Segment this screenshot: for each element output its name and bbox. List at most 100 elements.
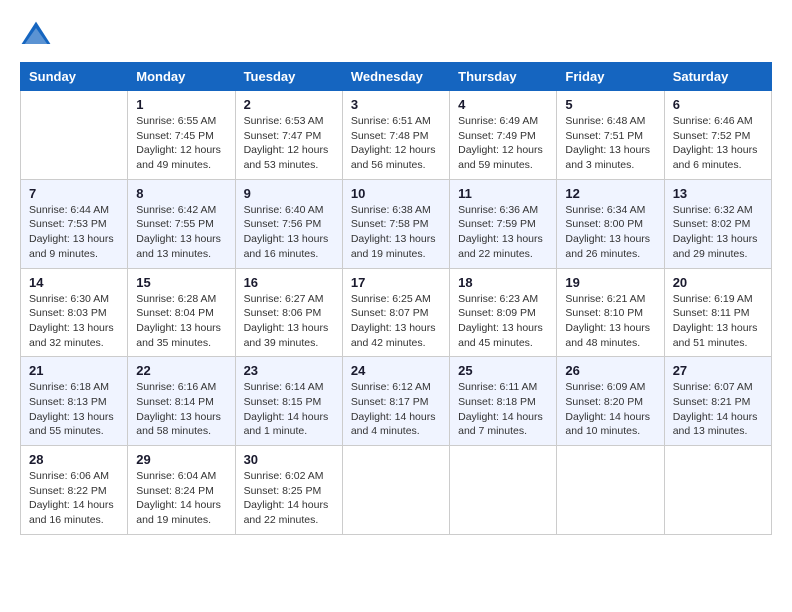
day-number: 6 [673,97,763,112]
day-detail: Sunrise: 6:07 AMSunset: 8:21 PMDaylight:… [673,380,763,439]
day-number: 13 [673,186,763,201]
calendar-cell: 1 Sunrise: 6:55 AMSunset: 7:45 PMDaylight… [128,91,235,180]
day-detail: Sunrise: 6:53 AMSunset: 7:47 PMDaylight:… [244,114,334,173]
day-number: 18 [458,275,548,290]
day-number: 24 [351,363,441,378]
logo-icon [20,20,52,52]
day-detail: Sunrise: 6:38 AMSunset: 7:58 PMDaylight:… [351,203,441,262]
day-detail: Sunrise: 6:32 AMSunset: 8:02 PMDaylight:… [673,203,763,262]
calendar-cell [342,446,449,535]
calendar-cell: 26 Sunrise: 6:09 AMSunset: 8:20 PMDayligh… [557,357,664,446]
calendar-cell: 17 Sunrise: 6:25 AMSunset: 8:07 PMDayligh… [342,268,449,357]
day-detail: Sunrise: 6:04 AMSunset: 8:24 PMDaylight:… [136,469,226,528]
calendar-week-row: 21 Sunrise: 6:18 AMSunset: 8:13 PMDayligh… [21,357,772,446]
day-detail: Sunrise: 6:02 AMSunset: 8:25 PMDaylight:… [244,469,334,528]
day-number: 2 [244,97,334,112]
calendar-cell [557,446,664,535]
day-number: 11 [458,186,548,201]
day-detail: Sunrise: 6:55 AMSunset: 7:45 PMDaylight:… [136,114,226,173]
weekday-header: Sunday [21,63,128,91]
day-number: 25 [458,363,548,378]
weekday-header: Tuesday [235,63,342,91]
day-detail: Sunrise: 6:16 AMSunset: 8:14 PMDaylight:… [136,380,226,439]
calendar-cell [664,446,771,535]
calendar-cell: 11 Sunrise: 6:36 AMSunset: 7:59 PMDayligh… [450,179,557,268]
day-detail: Sunrise: 6:27 AMSunset: 8:06 PMDaylight:… [244,292,334,351]
day-number: 29 [136,452,226,467]
calendar-table: SundayMondayTuesdayWednesdayThursdayFrid… [20,62,772,535]
day-number: 1 [136,97,226,112]
calendar-cell: 29 Sunrise: 6:04 AMSunset: 8:24 PMDayligh… [128,446,235,535]
day-number: 3 [351,97,441,112]
day-number: 17 [351,275,441,290]
day-detail: Sunrise: 6:51 AMSunset: 7:48 PMDaylight:… [351,114,441,173]
calendar-cell: 15 Sunrise: 6:28 AMSunset: 8:04 PMDayligh… [128,268,235,357]
weekday-header: Wednesday [342,63,449,91]
calendar-week-row: 28 Sunrise: 6:06 AMSunset: 8:22 PMDayligh… [21,446,772,535]
calendar-cell: 13 Sunrise: 6:32 AMSunset: 8:02 PMDayligh… [664,179,771,268]
calendar-cell: 5 Sunrise: 6:48 AMSunset: 7:51 PMDaylight… [557,91,664,180]
day-detail: Sunrise: 6:18 AMSunset: 8:13 PMDaylight:… [29,380,119,439]
day-number: 10 [351,186,441,201]
page-header [20,20,772,52]
day-number: 19 [565,275,655,290]
calendar-cell: 27 Sunrise: 6:07 AMSunset: 8:21 PMDayligh… [664,357,771,446]
day-detail: Sunrise: 6:14 AMSunset: 8:15 PMDaylight:… [244,380,334,439]
calendar-cell: 10 Sunrise: 6:38 AMSunset: 7:58 PMDayligh… [342,179,449,268]
weekday-header: Monday [128,63,235,91]
day-detail: Sunrise: 6:21 AMSunset: 8:10 PMDaylight:… [565,292,655,351]
day-detail: Sunrise: 6:06 AMSunset: 8:22 PMDaylight:… [29,469,119,528]
calendar-cell: 21 Sunrise: 6:18 AMSunset: 8:13 PMDayligh… [21,357,128,446]
day-detail: Sunrise: 6:11 AMSunset: 8:18 PMDaylight:… [458,380,548,439]
weekday-header: Saturday [664,63,771,91]
calendar-cell: 2 Sunrise: 6:53 AMSunset: 7:47 PMDaylight… [235,91,342,180]
day-detail: Sunrise: 6:36 AMSunset: 7:59 PMDaylight:… [458,203,548,262]
day-number: 26 [565,363,655,378]
day-detail: Sunrise: 6:49 AMSunset: 7:49 PMDaylight:… [458,114,548,173]
day-number: 21 [29,363,119,378]
day-detail: Sunrise: 6:19 AMSunset: 8:11 PMDaylight:… [673,292,763,351]
day-detail: Sunrise: 6:46 AMSunset: 7:52 PMDaylight:… [673,114,763,173]
day-detail: Sunrise: 6:25 AMSunset: 8:07 PMDaylight:… [351,292,441,351]
day-detail: Sunrise: 6:30 AMSunset: 8:03 PMDaylight:… [29,292,119,351]
weekday-header: Thursday [450,63,557,91]
day-number: 9 [244,186,334,201]
calendar-week-row: 7Sunrise: 6:44 AMSunset: 7:53 PMDaylight… [21,179,772,268]
day-number: 12 [565,186,655,201]
calendar-header-row: SundayMondayTuesdayWednesdayThursdayFrid… [21,63,772,91]
calendar-week-row: 14 Sunrise: 6:30 AMSunset: 8:03 PMDayligh… [21,268,772,357]
day-detail: Sunrise: 6:23 AMSunset: 8:09 PMDaylight:… [458,292,548,351]
day-detail: Sunrise: 6:40 AMSunset: 7:56 PMDaylight:… [244,203,334,262]
calendar-cell: 8Sunrise: 6:42 AMSunset: 7:55 PMDaylight… [128,179,235,268]
calendar-cell: 22Sunrise: 6:16 AMSunset: 8:14 PMDayligh… [128,357,235,446]
calendar-cell: 24 Sunrise: 6:12 AMSunset: 8:17 PMDayligh… [342,357,449,446]
calendar-cell: 18 Sunrise: 6:23 AMSunset: 8:09 PMDayligh… [450,268,557,357]
calendar-cell: 3 Sunrise: 6:51 AMSunset: 7:48 PMDaylight… [342,91,449,180]
calendar-cell: 14 Sunrise: 6:30 AMSunset: 8:03 PMDayligh… [21,268,128,357]
day-number: 5 [565,97,655,112]
logo [20,20,58,52]
day-number: 27 [673,363,763,378]
day-detail: Sunrise: 6:12 AMSunset: 8:17 PMDaylight:… [351,380,441,439]
day-number: 23 [244,363,334,378]
calendar-cell: 30Sunrise: 6:02 AMSunset: 8:25 PMDayligh… [235,446,342,535]
calendar-cell: 25 Sunrise: 6:11 AMSunset: 8:18 PMDayligh… [450,357,557,446]
weekday-header: Friday [557,63,664,91]
calendar-cell: 12Sunrise: 6:34 AMSunset: 8:00 PMDayligh… [557,179,664,268]
day-number: 28 [29,452,119,467]
day-number: 14 [29,275,119,290]
calendar-cell: 9 Sunrise: 6:40 AMSunset: 7:56 PMDaylight… [235,179,342,268]
day-number: 16 [244,275,334,290]
calendar-cell: 4 Sunrise: 6:49 AMSunset: 7:49 PMDaylight… [450,91,557,180]
calendar-week-row: 1 Sunrise: 6:55 AMSunset: 7:45 PMDaylight… [21,91,772,180]
day-number: 15 [136,275,226,290]
day-detail: Sunrise: 6:48 AMSunset: 7:51 PMDaylight:… [565,114,655,173]
day-detail: Sunrise: 6:09 AMSunset: 8:20 PMDaylight:… [565,380,655,439]
day-number: 7 [29,186,119,201]
day-number: 4 [458,97,548,112]
calendar-cell: 28 Sunrise: 6:06 AMSunset: 8:22 PMDayligh… [21,446,128,535]
calendar-cell: 7Sunrise: 6:44 AMSunset: 7:53 PMDaylight… [21,179,128,268]
calendar-cell: 23 Sunrise: 6:14 AMSunset: 8:15 PMDayligh… [235,357,342,446]
calendar-cell: 16 Sunrise: 6:27 AMSunset: 8:06 PMDayligh… [235,268,342,357]
day-detail: Sunrise: 6:28 AMSunset: 8:04 PMDaylight:… [136,292,226,351]
